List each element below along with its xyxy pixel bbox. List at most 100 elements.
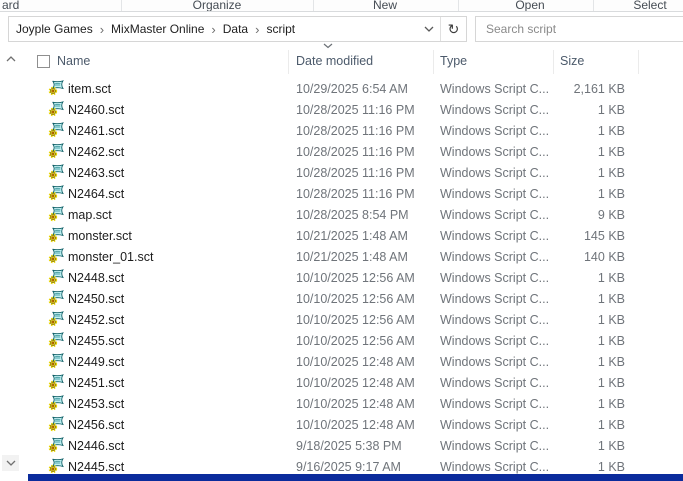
- script-component-icon: [48, 416, 64, 432]
- file-row[interactable]: N2460.sct 10/28/2025 11:16 PM Windows Sc…: [28, 99, 683, 120]
- script-component-icon: [48, 101, 64, 117]
- script-component-icon: [48, 458, 64, 474]
- file-date-modified: 10/29/2025 6:54 AM: [296, 82, 408, 96]
- refresh-icon: ↻: [447, 20, 460, 37]
- ribbon-group-new-label: New: [372, 0, 398, 12]
- address-dropdown-button[interactable]: [418, 17, 440, 41]
- refresh-button[interactable]: ↻: [440, 17, 466, 41]
- script-component-icon: [48, 122, 64, 138]
- breadcrumb-chevron-icon[interactable]: ›: [211, 23, 215, 36]
- script-component-icon: [48, 143, 64, 159]
- file-row[interactable]: monster.sct 10/21/2025 1:48 AM Windows S…: [28, 225, 683, 246]
- nav-scroll-down-button[interactable]: [2, 455, 19, 471]
- file-date-modified: 10/10/2025 12:48 AM: [296, 418, 415, 432]
- column-header-date-modified[interactable]: Date modified: [296, 54, 373, 68]
- ribbon-group-separator: [313, 0, 314, 11]
- script-component-icon: [48, 353, 64, 369]
- file-row[interactable]: N2461.sct 10/28/2025 11:16 PM Windows Sc…: [28, 120, 683, 141]
- file-name: N2449.sct: [68, 355, 125, 369]
- script-component-icon: [48, 290, 64, 306]
- column-header-name[interactable]: Name: [57, 54, 90, 68]
- script-component-icon: [48, 395, 64, 411]
- file-date-modified: 10/10/2025 12:56 AM: [296, 334, 415, 348]
- file-date-modified: 10/28/2025 11:16 PM: [296, 124, 415, 138]
- file-row[interactable]: monster_01.sct 10/21/2025 1:48 AM Window…: [28, 246, 683, 267]
- file-size: 1 KB: [597, 355, 625, 369]
- file-name: monster_01.sct: [68, 250, 154, 264]
- ribbon-group-separator: [458, 0, 459, 11]
- file-name: monster.sct: [68, 229, 132, 243]
- file-row[interactable]: N2448.sct 10/10/2025 12:56 AM Windows Sc…: [28, 267, 683, 288]
- file-date-modified: 10/10/2025 12:48 AM: [296, 355, 415, 369]
- file-name: N2446.sct: [68, 439, 125, 453]
- breadcrumb-item[interactable]: script: [266, 22, 295, 36]
- file-name: N2450.sct: [68, 292, 125, 306]
- file-date-modified: 10/21/2025 1:48 AM: [296, 229, 408, 243]
- file-row[interactable]: N2452.sct 10/10/2025 12:56 AM Windows Sc…: [28, 309, 683, 330]
- ribbon-strip: ard Organize New Open Select: [0, 0, 683, 12]
- breadcrumb: Joyple Games › MixMaster Online › Data › scrip…: [9, 22, 295, 36]
- column-separator[interactable]: [553, 50, 554, 74]
- column-separator[interactable]: [433, 50, 434, 74]
- file-size: 1 KB: [597, 418, 625, 432]
- file-name: N2460.sct: [68, 103, 125, 117]
- ribbon-group-select-label: Select: [633, 0, 667, 12]
- file-row[interactable]: N2464.sct 10/28/2025 11:16 PM Windows Sc…: [28, 183, 683, 204]
- chevron-down-icon: [6, 460, 15, 466]
- file-size: 1 KB: [597, 166, 625, 180]
- file-name: N2461.sct: [68, 124, 125, 138]
- breadcrumb-item[interactable]: MixMaster Online: [111, 22, 204, 36]
- address-bar[interactable]: Joyple Games › MixMaster Online › Data › scrip…: [8, 16, 467, 42]
- ribbon-group-open-label: Open: [515, 0, 545, 12]
- breadcrumb-item[interactable]: Joyple Games: [16, 22, 93, 36]
- file-size: 1 KB: [597, 439, 625, 453]
- file-size: 1 KB: [597, 103, 625, 117]
- breadcrumb-item[interactable]: Data: [223, 22, 248, 36]
- file-row[interactable]: N2462.sct 10/28/2025 11:16 PM Windows Sc…: [28, 141, 683, 162]
- file-row[interactable]: item.sct 10/29/2025 6:54 AM Windows Scri…: [28, 78, 683, 99]
- file-date-modified: 10/28/2025 8:54 PM: [296, 208, 409, 222]
- file-row[interactable]: N2451.sct 10/10/2025 12:48 AM Windows Sc…: [28, 372, 683, 393]
- column-separator[interactable]: [288, 50, 289, 74]
- breadcrumb-chevron-icon[interactable]: ›: [100, 23, 104, 36]
- file-size: 1 KB: [597, 376, 625, 390]
- file-row[interactable]: N2446.sct 9/18/2025 5:38 PM Windows Scri…: [28, 435, 683, 456]
- file-row[interactable]: map.sct 10/28/2025 8:54 PM Windows Scrip…: [28, 204, 683, 225]
- file-name: N2455.sct: [68, 334, 125, 348]
- file-date-modified: 9/16/2025 9:17 AM: [296, 460, 401, 474]
- file-date-modified: 9/18/2025 5:38 PM: [296, 439, 402, 453]
- column-header-type[interactable]: Type: [440, 54, 467, 68]
- file-row[interactable]: N2456.sct 10/10/2025 12:48 AM Windows Sc…: [28, 414, 683, 435]
- script-component-icon: [48, 227, 64, 243]
- file-name: N2462.sct: [68, 145, 125, 159]
- file-name: item.sct: [68, 82, 112, 96]
- file-row[interactable]: N2455.sct 10/10/2025 12:56 AM Windows Sc…: [28, 330, 683, 351]
- column-header-size[interactable]: Size: [560, 54, 584, 68]
- file-size: 1 KB: [597, 145, 625, 159]
- file-size: 1 KB: [597, 460, 625, 474]
- column-separator[interactable]: [638, 50, 639, 74]
- file-row[interactable]: N2449.sct 10/10/2025 12:48 AM Windows Sc…: [28, 351, 683, 372]
- file-row[interactable]: N2450.sct 10/10/2025 12:56 AM Windows Sc…: [28, 288, 683, 309]
- ribbon-group-organize-label: Organize: [192, 0, 242, 12]
- file-date-modified: 10/10/2025 12:48 AM: [296, 397, 415, 411]
- breadcrumb-chevron-icon[interactable]: ›: [255, 23, 259, 36]
- script-component-icon: [48, 80, 64, 96]
- file-row[interactable]: N2463.sct 10/28/2025 11:16 PM Windows Sc…: [28, 162, 683, 183]
- script-component-icon: [48, 164, 64, 180]
- file-date-modified: 10/28/2025 11:16 PM: [296, 187, 415, 201]
- search-input[interactable]: [476, 17, 683, 41]
- file-name: N2445.sct: [68, 460, 125, 474]
- chevron-down-icon: [424, 26, 434, 32]
- search-box[interactable]: [475, 16, 683, 42]
- file-date-modified: 10/10/2025 12:56 AM: [296, 271, 415, 285]
- ribbon-group-separator: [593, 0, 594, 11]
- file-list: item.sct 10/29/2025 6:54 AM Windows Scri…: [28, 78, 683, 477]
- file-size: 1 KB: [597, 292, 625, 306]
- ribbon-group-clipboard-label: ard: [2, 0, 20, 12]
- file-size: 140 KB: [583, 250, 625, 264]
- file-date-modified: 10/10/2025 12:56 AM: [296, 313, 415, 327]
- file-row[interactable]: N2453.sct 10/10/2025 12:48 AM Windows Sc…: [28, 393, 683, 414]
- select-all-checkbox[interactable]: [37, 55, 50, 68]
- nav-scroll-up-button[interactable]: [2, 51, 19, 67]
